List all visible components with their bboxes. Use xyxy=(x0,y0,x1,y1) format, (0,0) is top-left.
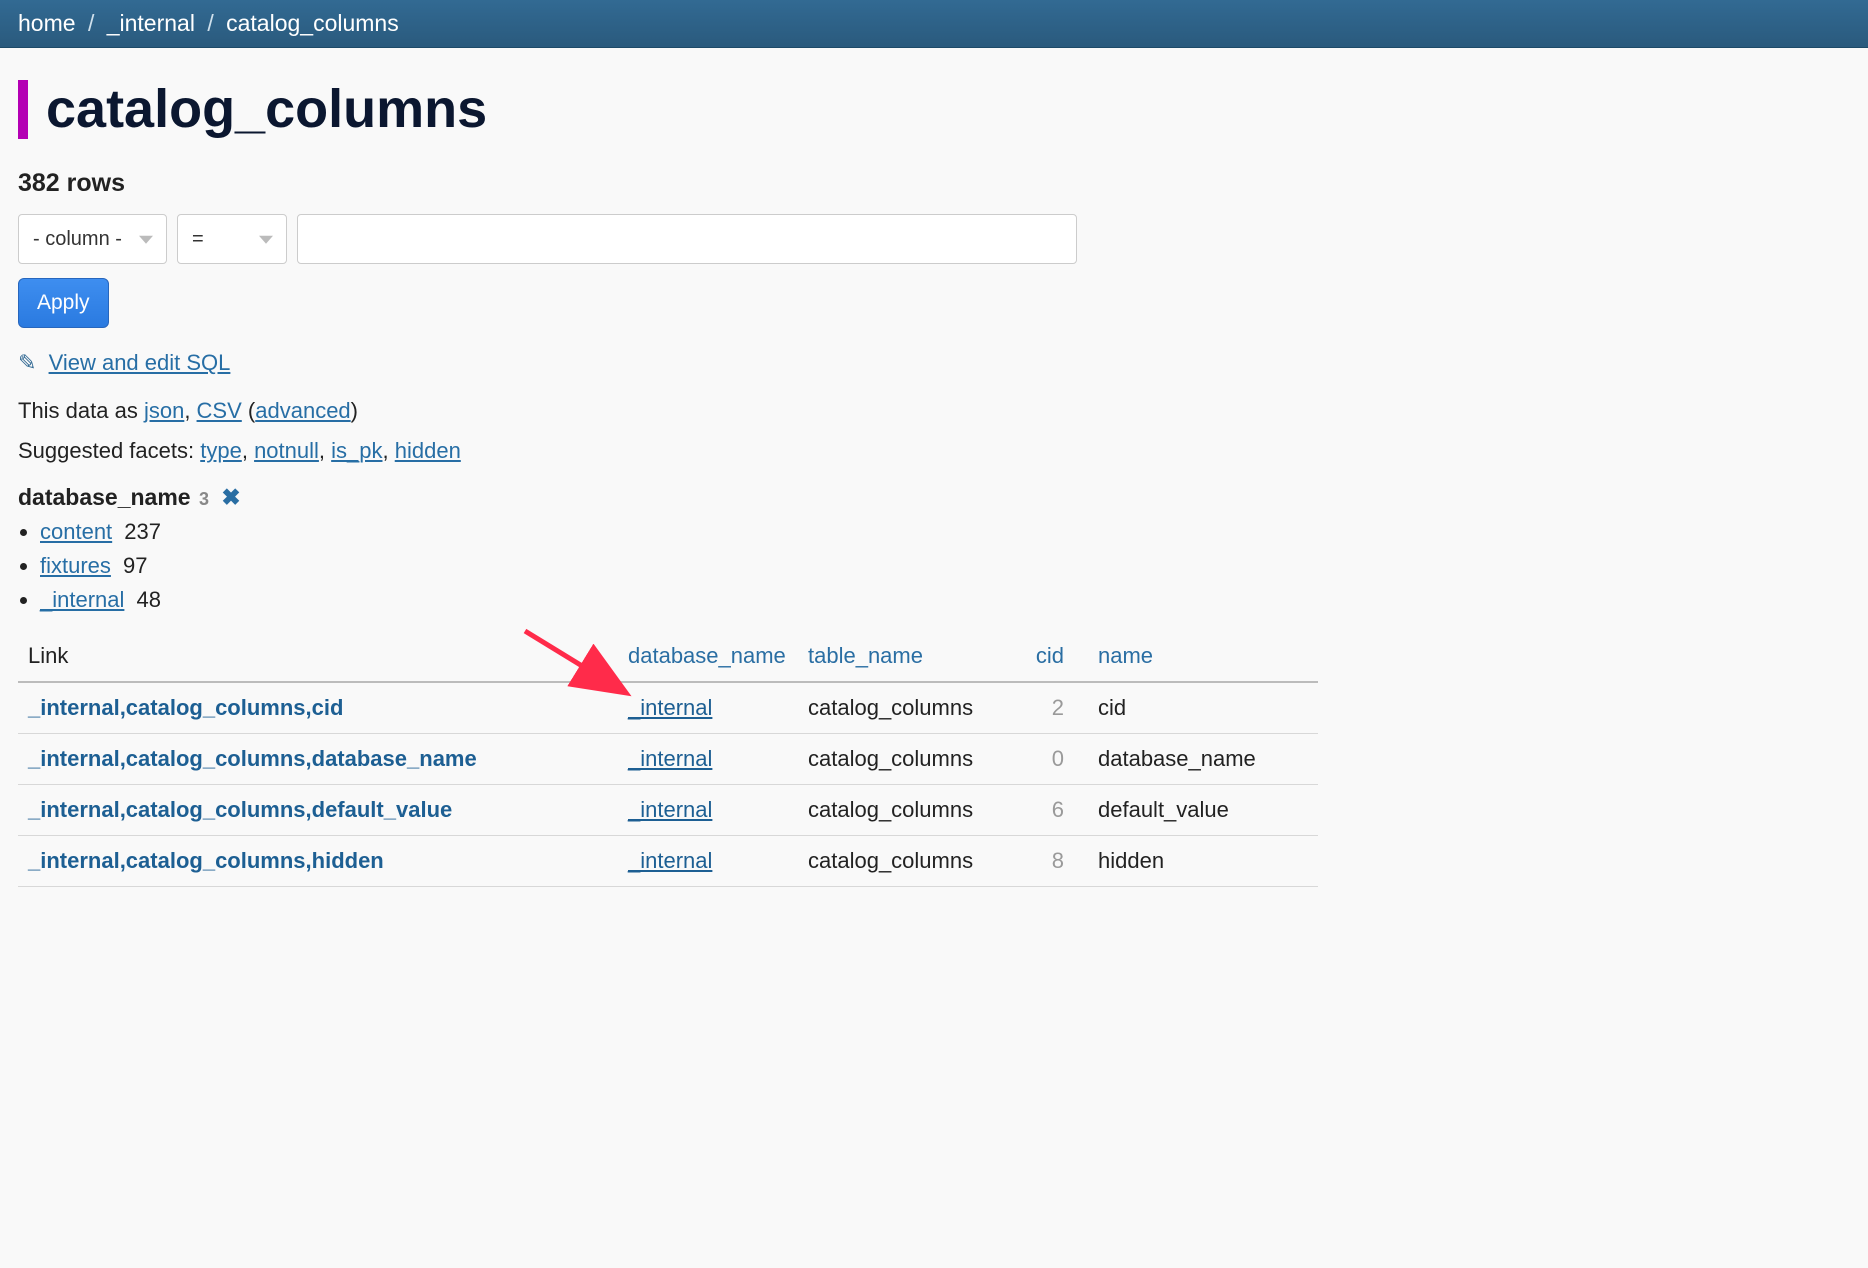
table-row: _internal,catalog_columns,default_value _… xyxy=(18,785,1318,836)
table-row: _internal,catalog_columns,database_name _… xyxy=(18,734,1318,785)
facet-value-count: 237 xyxy=(124,519,161,544)
facet-header: database_name 3 ✖ xyxy=(18,484,1850,511)
breadcrumb-db[interactable]: _internal xyxy=(107,10,195,36)
database-name-link[interactable]: _internal xyxy=(628,746,712,771)
table-row: _internal,catalog_columns,hidden _interna… xyxy=(18,836,1318,887)
breadcrumb-home[interactable]: home xyxy=(18,10,76,36)
cell-table-name: catalog_columns xyxy=(798,682,1018,734)
cell-name: hidden xyxy=(1088,836,1318,887)
facet-value-link[interactable]: _internal xyxy=(40,587,124,612)
database-name-link[interactable]: _internal xyxy=(628,848,712,873)
filter-column-select[interactable]: - column - xyxy=(18,214,167,264)
breadcrumb-sep: / xyxy=(201,10,219,36)
filter-op-select[interactable]: = xyxy=(177,214,287,264)
pencil-icon: ✎ xyxy=(18,350,36,375)
facet-name: database_name xyxy=(18,484,191,510)
results-table: Link database_name table_name cid name _… xyxy=(18,631,1318,887)
facet-suggestion[interactable]: notnull xyxy=(254,438,319,463)
page-title: catalog_columns xyxy=(18,80,1850,139)
export-prefix: This data as xyxy=(18,398,144,423)
export-line: This data as json, CSV (advanced) xyxy=(18,398,1850,424)
facet-distinct-count: 3 xyxy=(199,489,209,509)
cell-cid: 2 xyxy=(1018,682,1088,734)
database-name-link[interactable]: _internal xyxy=(628,797,712,822)
cell-table-name: catalog_columns xyxy=(798,836,1018,887)
cell-name: cid xyxy=(1088,682,1318,734)
apply-button[interactable]: Apply xyxy=(18,278,109,328)
cell-cid: 0 xyxy=(1018,734,1088,785)
filter-row: - column - = xyxy=(18,214,1850,264)
col-link: Link xyxy=(18,631,618,682)
cell-name: database_name xyxy=(1088,734,1318,785)
facet-values-list: content 237 fixtures 97 _internal 48 xyxy=(40,519,1850,613)
suggested-facets-prefix: Suggested facets: xyxy=(18,438,200,463)
row-count: 382 rows xyxy=(18,169,1850,198)
cell-cid: 6 xyxy=(1018,785,1088,836)
breadcrumb-sep: / xyxy=(82,10,100,36)
row-link[interactable]: _internal,catalog_columns,database_name xyxy=(28,746,477,771)
facet-value: _internal 48 xyxy=(40,587,1850,613)
cell-table-name: catalog_columns xyxy=(798,734,1018,785)
row-link[interactable]: _internal,catalog_columns,cid xyxy=(28,695,343,720)
facet-suggestion[interactable]: type xyxy=(200,438,242,463)
col-name[interactable]: name xyxy=(1088,631,1318,682)
cell-name: default_value xyxy=(1088,785,1318,836)
filter-value-input[interactable] xyxy=(297,214,1077,264)
facet-value: fixtures 97 xyxy=(40,553,1850,579)
facet-value-count: 97 xyxy=(123,553,147,578)
table-row: _internal,catalog_columns,cid _internal ca… xyxy=(18,682,1318,734)
export-json-link[interactable]: json xyxy=(144,398,184,423)
cell-cid: 8 xyxy=(1018,836,1088,887)
col-cid[interactable]: cid xyxy=(1018,631,1088,682)
facet-value: content 237 xyxy=(40,519,1850,545)
col-database-name[interactable]: database_name xyxy=(618,631,798,682)
export-advanced-link[interactable]: advanced xyxy=(255,398,350,423)
col-table-name[interactable]: table_name xyxy=(798,631,1018,682)
facet-value-count: 48 xyxy=(137,587,161,612)
remove-facet-icon[interactable]: ✖ xyxy=(221,484,240,510)
suggested-facets: Suggested facets: type, notnull, is_pk, … xyxy=(18,438,1850,464)
export-csv-link[interactable]: CSV xyxy=(197,398,242,423)
facet-suggestion[interactable]: is_pk xyxy=(331,438,382,463)
view-edit-sql-link[interactable]: View and edit SQL xyxy=(49,350,231,375)
facet-value-link[interactable]: fixtures xyxy=(40,553,111,578)
facet-suggestion[interactable]: hidden xyxy=(395,438,461,463)
breadcrumb-table: catalog_columns xyxy=(226,10,399,36)
row-link[interactable]: _internal,catalog_columns,hidden xyxy=(28,848,384,873)
row-link[interactable]: _internal,catalog_columns,default_value xyxy=(28,797,452,822)
cell-table-name: catalog_columns xyxy=(798,785,1018,836)
breadcrumb: home / _internal / catalog_columns xyxy=(0,0,1868,48)
facet-value-link[interactable]: content xyxy=(40,519,112,544)
database-name-link[interactable]: _internal xyxy=(628,695,712,720)
table-header-row: Link database_name table_name cid name xyxy=(18,631,1318,682)
